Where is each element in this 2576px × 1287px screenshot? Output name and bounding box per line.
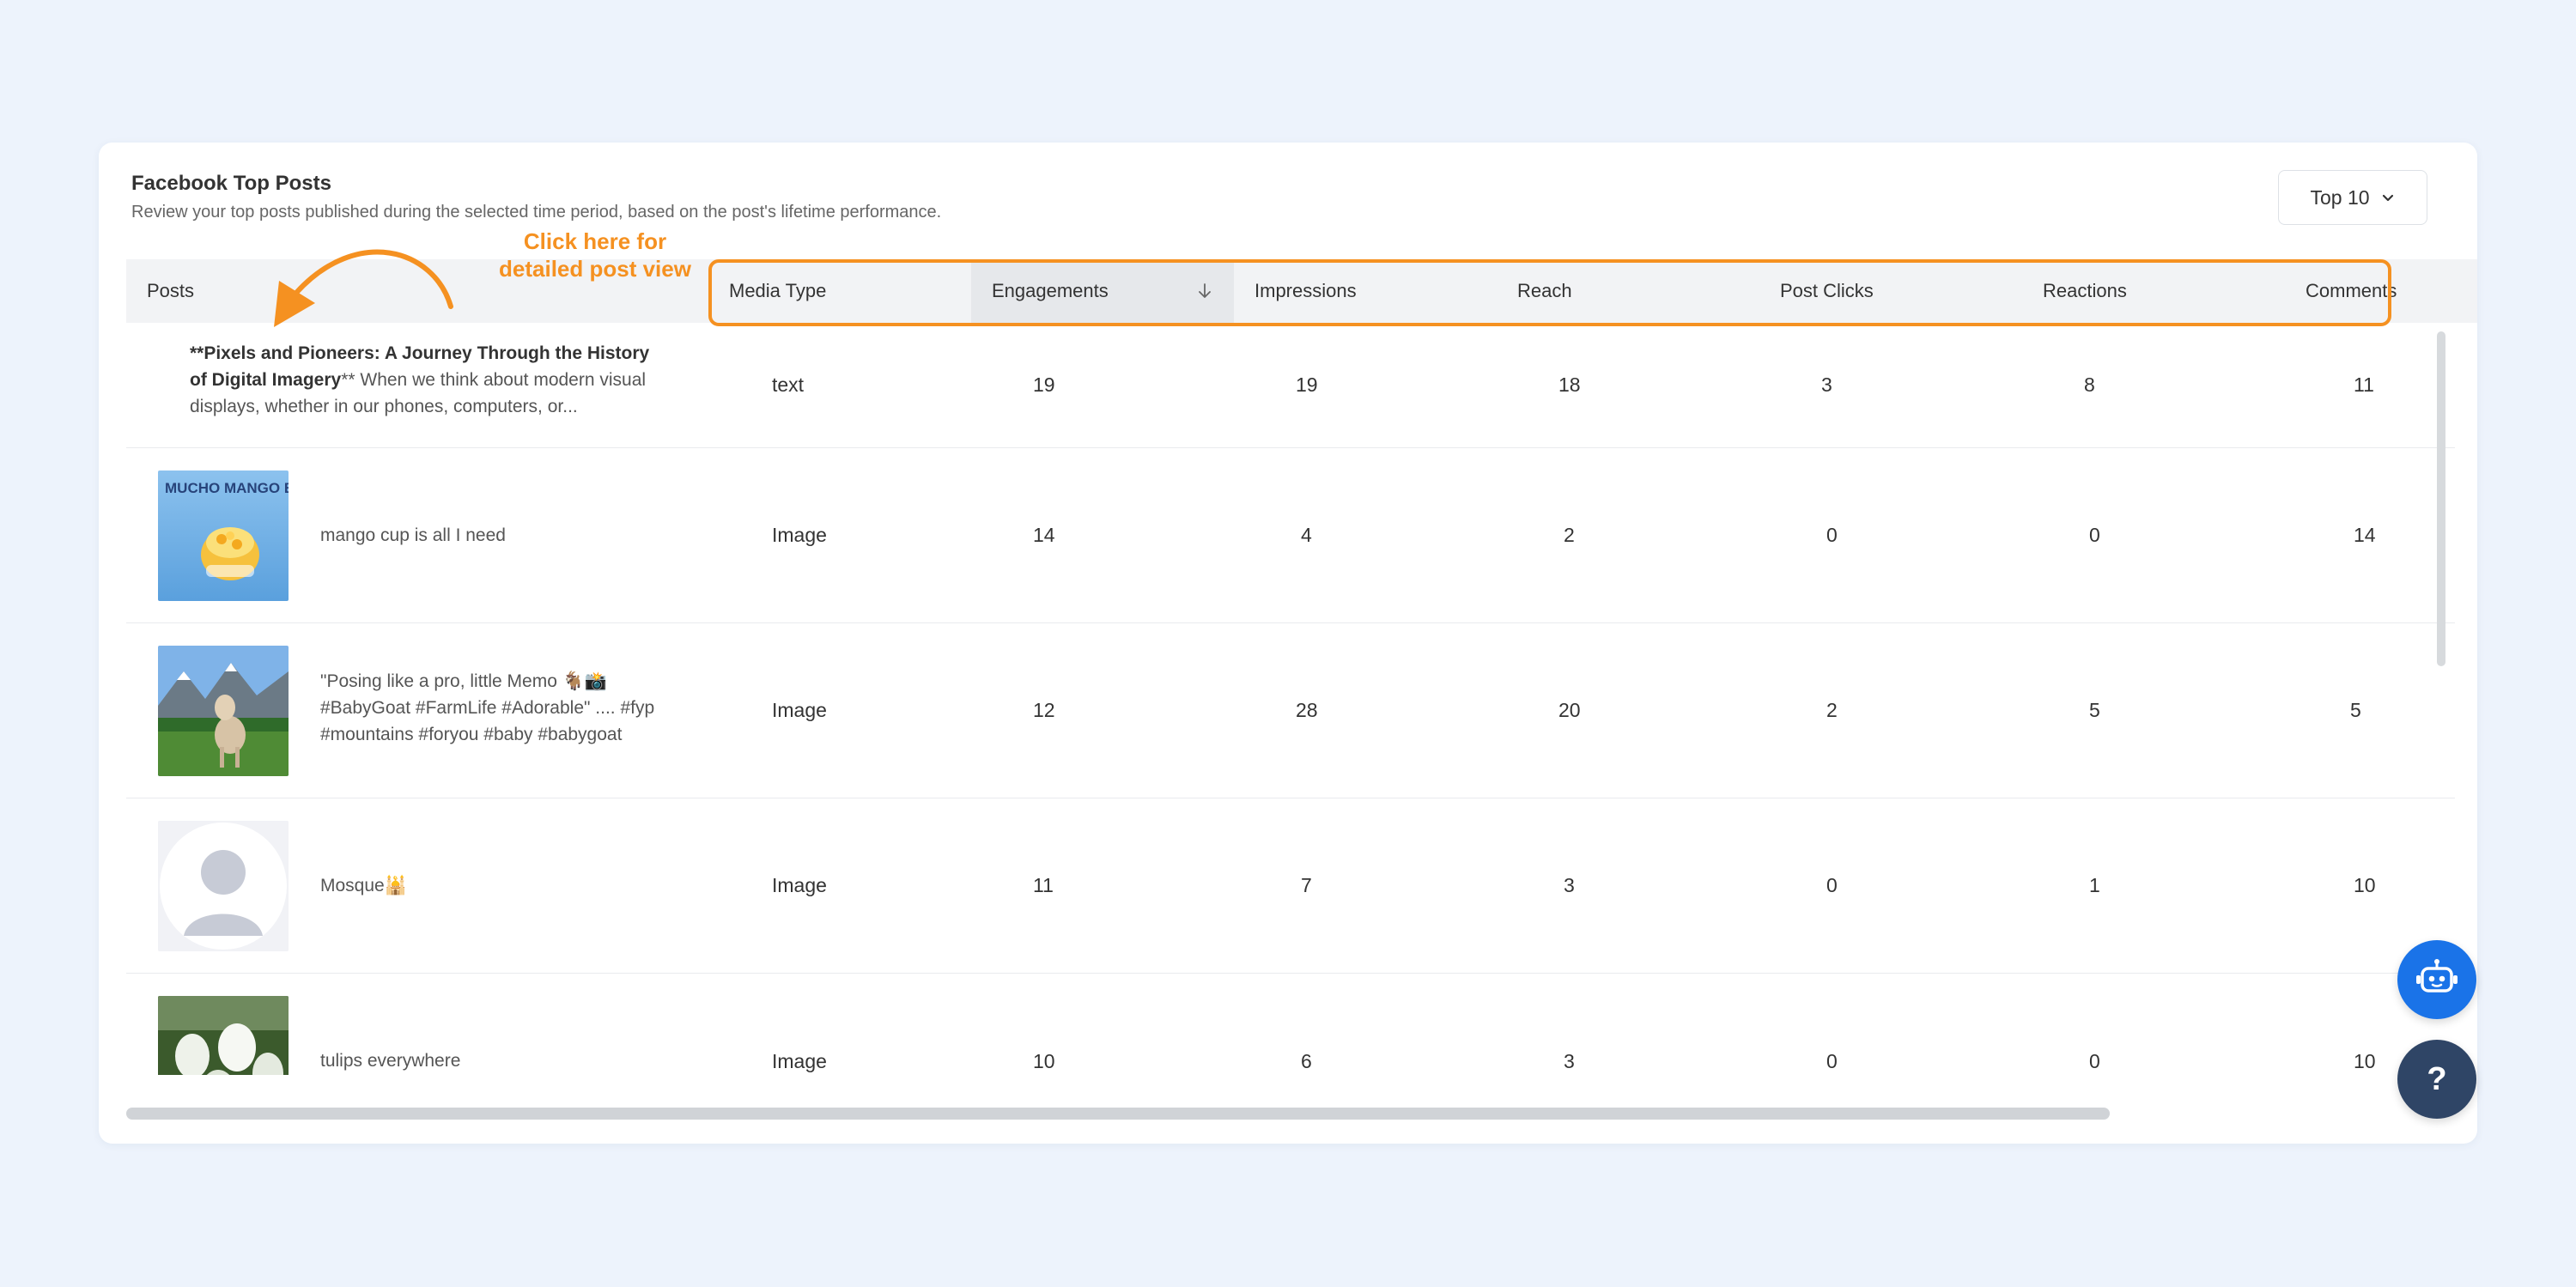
- table-row[interactable]: MUCHO MANGO BOWL mango cup is all I need…: [126, 448, 2455, 623]
- column-header-label: Posts: [147, 280, 195, 301]
- comments-cell: 14: [2354, 524, 2376, 546]
- post-thumbnail[interactable]: [158, 821, 289, 951]
- annotation-line-2: detailed post view: [499, 256, 691, 282]
- table-row[interactable]: "Posing like a pro, little Memo 🐐📸 #Baby…: [126, 623, 2455, 798]
- robot-icon: [2416, 959, 2458, 993]
- engagements-cell: 14: [1033, 524, 1055, 546]
- column-header-label: Reach: [1517, 280, 1572, 301]
- reach-cell: 18: [1558, 373, 1581, 396]
- thumbnail-caption: MUCHO MANGO BOWL: [165, 480, 289, 496]
- table-row[interactable]: **Pixels and Pioneers: A Journey Through…: [126, 323, 2455, 448]
- avatar-placeholder-image: [158, 821, 289, 951]
- impressions-cell: 6: [1301, 1049, 1312, 1072]
- column-header-media-type[interactable]: Media Type: [708, 259, 971, 323]
- post-caption[interactable]: **Pixels and Pioneers: A Journey Through…: [190, 340, 671, 420]
- column-header-post-clicks[interactable]: Post Clicks: [1759, 259, 2022, 323]
- card-title: Facebook Top Posts: [131, 172, 331, 195]
- reach-cell: 3: [1564, 1049, 1575, 1072]
- top-posts-card: Facebook Top Posts Review your top posts…: [99, 143, 2477, 1144]
- impressions-cell: 19: [1296, 373, 1318, 396]
- column-header-label: Impressions: [1255, 280, 1357, 301]
- post-clicks-cell: 0: [1826, 874, 1838, 896]
- engagements-cell: 19: [1033, 373, 1055, 396]
- reach-cell: 20: [1558, 699, 1581, 721]
- card-subtitle: Review your top posts published during t…: [131, 203, 942, 222]
- media-type-cell: Image: [772, 1049, 827, 1072]
- post-thumbnail[interactable]: [158, 646, 289, 776]
- vertical-scrollbar-thumb[interactable]: [2437, 331, 2445, 666]
- column-header-label: Post Clicks: [1780, 280, 1874, 301]
- post-clicks-cell: 0: [1826, 524, 1838, 546]
- help-button[interactable]: ?: [2397, 1040, 2476, 1119]
- media-type-cell: Image: [772, 874, 827, 896]
- annotation-line-1: Click here for: [523, 228, 667, 254]
- engagements-cell: 12: [1033, 699, 1055, 721]
- media-type-cell: Image: [772, 699, 827, 721]
- column-header-comments[interactable]: Comments: [2285, 259, 2477, 323]
- sort-descending-icon: [1199, 283, 1211, 298]
- annotation-arrow-icon: [274, 249, 453, 327]
- post-clicks-cell: 0: [1826, 1049, 1838, 1072]
- help-label: ?: [2427, 1060, 2447, 1097]
- goat-mountain-image: [158, 646, 289, 776]
- reactions-cell: 0: [2089, 1049, 2100, 1072]
- post-caption[interactable]: Mosque🕌: [320, 872, 681, 899]
- post-caption[interactable]: "Posing like a pro, little Memo 🐐📸 #Baby…: [320, 668, 698, 748]
- annotation-callout: Click here for detailed post view: [483, 228, 707, 282]
- column-header-reach[interactable]: Reach: [1497, 259, 1759, 323]
- column-header-label: Comments: [2306, 280, 2397, 301]
- post-caption[interactable]: mango cup is all I need: [320, 522, 681, 549]
- table-body: **Pixels and Pioneers: A Journey Through…: [126, 323, 2455, 1075]
- chevron-down-icon: [2382, 194, 2393, 202]
- table-row[interactable]: tulips everywhere Image 10 6 3 0 0 10: [126, 974, 2455, 1075]
- comments-cell: 10: [2354, 1049, 2376, 1072]
- impressions-cell: 4: [1301, 524, 1312, 546]
- post-caption-line: "Posing like a pro, little Memo 🐐📸: [320, 671, 608, 691]
- reactions-cell: 1: [2089, 874, 2100, 896]
- engagements-cell: 11: [1033, 874, 1054, 896]
- reactions-cell: 5: [2089, 699, 2100, 721]
- media-type-cell: text: [772, 373, 805, 396]
- column-header-engagements[interactable]: Engagements: [971, 259, 1234, 323]
- ai-assistant-button[interactable]: [2397, 940, 2476, 1019]
- comments-cell: 10: [2354, 874, 2376, 896]
- post-clicks-cell: 2: [1826, 699, 1838, 721]
- impressions-cell: 7: [1301, 874, 1312, 896]
- reach-cell: 2: [1564, 524, 1575, 546]
- reactions-cell: 0: [2089, 524, 2100, 546]
- column-header-label: Media Type: [729, 280, 827, 301]
- post-caption-line: #mountains #foryou #baby #babygoat: [320, 725, 623, 744]
- table-row[interactable]: Mosque🕌 Image 11 7 3 0 1 10: [126, 798, 2455, 974]
- comments-cell: 11: [2354, 373, 2374, 396]
- impressions-cell: 28: [1296, 699, 1318, 721]
- post-caption-line: #BabyGoat #FarmLife #Adorable" .... #fyp: [320, 698, 655, 718]
- column-header-impressions[interactable]: Impressions: [1234, 259, 1497, 323]
- post-caption[interactable]: tulips everywhere: [320, 1047, 681, 1074]
- column-header-label: Engagements: [992, 280, 1109, 301]
- top-count-dropdown[interactable]: Top 10: [2278, 170, 2427, 225]
- comments-cell: 5: [2350, 699, 2361, 721]
- column-header-label: Reactions: [2043, 280, 2127, 301]
- engagements-cell: 10: [1033, 1049, 1055, 1072]
- post-thumbnail[interactable]: [158, 996, 289, 1075]
- tulips-image: [158, 996, 289, 1075]
- top-count-label: Top 10: [2310, 185, 2370, 209]
- column-header-reactions[interactable]: Reactions: [2022, 259, 2285, 323]
- reach-cell: 3: [1564, 874, 1575, 896]
- horizontal-scrollbar-thumb[interactable]: [126, 1108, 2110, 1120]
- media-type-cell: Image: [772, 524, 827, 546]
- post-thumbnail[interactable]: MUCHO MANGO BOWL: [158, 470, 289, 601]
- reactions-cell: 8: [2084, 373, 2095, 396]
- post-clicks-cell: 3: [1821, 373, 1832, 396]
- mango-bowl-image: MUCHO MANGO BOWL: [158, 470, 289, 601]
